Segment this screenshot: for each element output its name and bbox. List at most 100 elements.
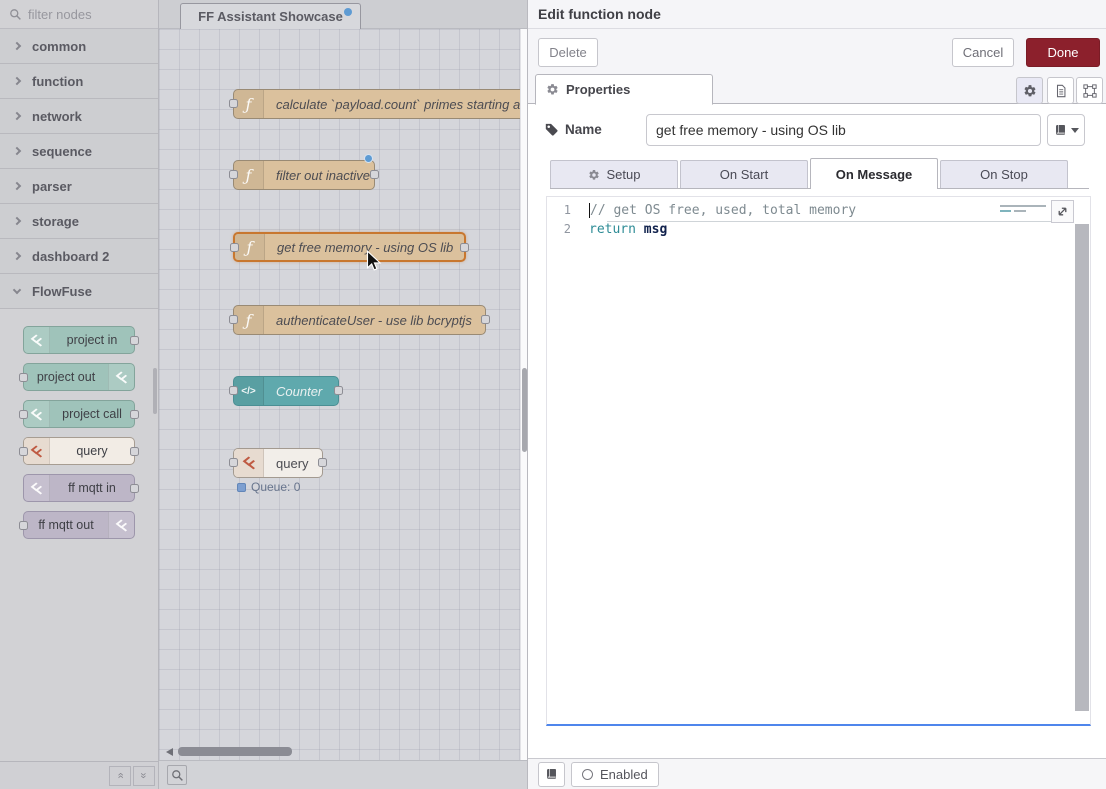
palette-footer: « « (0, 761, 158, 789)
flow-node-counter[interactable]: </> Counter (233, 376, 339, 406)
palette-node-project-out[interactable]: project out (23, 363, 135, 391)
node-port[interactable] (130, 410, 139, 419)
flow-node-calculate-primes[interactable]: ƒ calculate `payload.count` primes start… (233, 89, 520, 119)
cancel-button[interactable]: Cancel (952, 38, 1014, 67)
flowfuse-icon (108, 364, 134, 390)
palette-node-project-in[interactable]: project in (23, 326, 135, 354)
palette-node-project-call[interactable]: project call (23, 400, 135, 428)
code-comment: // get OS free, used, total memory (590, 203, 856, 218)
done-button[interactable]: Done (1026, 38, 1100, 67)
appearance-button[interactable] (1076, 77, 1103, 104)
palette-category-storage[interactable]: storage (0, 204, 158, 239)
tab-on-message[interactable]: On Message (810, 158, 938, 189)
flow-node-get-free-memory[interactable]: ƒ get free memory - using OS lib (233, 232, 466, 262)
node-port[interactable] (481, 315, 490, 324)
flow-tab-bar: FF Assistant Showcase (159, 0, 527, 29)
h-scrollbar-thumb[interactable] (178, 747, 292, 756)
palette-category-network[interactable]: network (0, 99, 158, 134)
properties-tab[interactable]: Properties (535, 74, 713, 105)
node-name-input[interactable] (646, 114, 1041, 146)
library-dropdown-button[interactable] (1047, 114, 1085, 146)
canvas-search-button[interactable] (167, 765, 187, 785)
node-settings-button[interactable] (1016, 77, 1043, 104)
node-port[interactable] (19, 521, 28, 530)
flow-canvas-column: FF Assistant Showcase ƒ calculate `paylo… (159, 0, 527, 789)
panel-title: Edit function node (528, 0, 1106, 29)
flow-node-filter-out-inactive[interactable]: ƒ filter out inactive (233, 160, 375, 190)
library-button[interactable] (538, 762, 565, 787)
node-port[interactable] (230, 243, 239, 252)
panel-header: Edit function node Delete Cancel Done Pr… (528, 0, 1106, 104)
status-text: Queue: 0 (251, 480, 300, 494)
node-port[interactable] (19, 410, 28, 419)
code-keyword: return (589, 222, 636, 237)
chevron-right-icon (13, 217, 21, 225)
palette-category-flowfuse[interactable]: FlowFuse (0, 274, 158, 309)
node-port[interactable] (318, 458, 327, 467)
chevron-right-icon (13, 147, 21, 155)
node-port[interactable] (19, 447, 28, 456)
node-port[interactable] (460, 243, 469, 252)
palette-node-label: ff mqtt in (50, 475, 134, 501)
chevron-right-icon (13, 112, 21, 120)
palette-node-ff-mqtt-out[interactable]: ff mqtt out (23, 511, 135, 539)
book-icon (1054, 124, 1067, 137)
tab-on-start[interactable]: On Start (680, 160, 808, 188)
flow-workspace[interactable]: ƒ calculate `payload.count` primes start… (159, 29, 520, 760)
node-port[interactable] (334, 386, 343, 395)
flow-node-query[interactable]: query (233, 448, 323, 478)
palette-category-parser[interactable]: parser (0, 169, 158, 204)
palette-node-label: project in (50, 327, 134, 353)
tab-on-stop[interactable]: On Stop (940, 160, 1068, 188)
node-port[interactable] (130, 484, 139, 493)
canvas-v-scrollbar[interactable] (520, 29, 527, 760)
code-editor[interactable]: 1 // get OS free, used, total memory 2 r… (546, 196, 1091, 726)
palette-scrollbar[interactable] (153, 368, 157, 414)
enabled-toggle-button[interactable]: Enabled (571, 762, 659, 787)
node-port[interactable] (130, 336, 139, 345)
caret-down-icon (1071, 128, 1079, 133)
delete-button[interactable]: Delete (538, 38, 598, 67)
expand-diagonal-icon (1055, 204, 1070, 219)
expand-editor-button[interactable] (1051, 200, 1074, 223)
node-port[interactable] (370, 170, 379, 179)
tab-setup[interactable]: Setup (550, 160, 678, 188)
node-port[interactable] (229, 315, 238, 324)
palette-category-sequence[interactable]: sequence (0, 134, 158, 169)
node-port[interactable] (229, 458, 238, 467)
palette-node-ff-mqtt-in[interactable]: ff mqtt in (23, 474, 135, 502)
palette-search[interactable] (0, 0, 158, 29)
palette-category-common[interactable]: common (0, 29, 158, 64)
flow-node-authenticate-user[interactable]: ƒ authenticateUser - use lib bcryptjs (233, 305, 486, 335)
name-label-text: Name (565, 122, 602, 137)
mouse-cursor (366, 250, 384, 274)
search-icon (9, 8, 22, 21)
flow-tab[interactable]: FF Assistant Showcase (180, 3, 361, 29)
tab-label: On Start (720, 167, 768, 182)
node-port[interactable] (229, 170, 238, 179)
function-icon: ƒ (234, 90, 264, 118)
node-port[interactable] (229, 99, 238, 108)
palette-node-label: project call (50, 401, 134, 427)
palette-node-label: ff mqtt out (24, 512, 108, 538)
palette-category-dashboard-2[interactable]: dashboard 2 (0, 239, 158, 274)
description-button[interactable] (1047, 77, 1074, 104)
code-line[interactable]: 2 return msg (547, 220, 1090, 239)
category-label: FlowFuse (32, 284, 92, 299)
node-port[interactable] (130, 447, 139, 456)
node-port[interactable] (19, 373, 28, 382)
collapse-all-button[interactable]: « (109, 766, 131, 786)
chevron-right-icon (13, 77, 21, 85)
palette-node-query[interactable]: query (23, 437, 135, 465)
category-label: common (32, 39, 86, 54)
tab-label: On Stop (980, 167, 1028, 182)
editor-minimap[interactable] (1000, 205, 1046, 215)
node-changed-dot (364, 154, 373, 163)
node-port[interactable] (229, 386, 238, 395)
editor-scrollbar-thumb[interactable] (1075, 224, 1089, 711)
h-scroll-arrow[interactable] (166, 748, 173, 756)
node-status: Queue: 0 (237, 480, 300, 494)
palette-filter-input[interactable] (28, 7, 138, 22)
expand-all-button[interactable]: « (133, 766, 155, 786)
palette-category-function[interactable]: function (0, 64, 158, 99)
